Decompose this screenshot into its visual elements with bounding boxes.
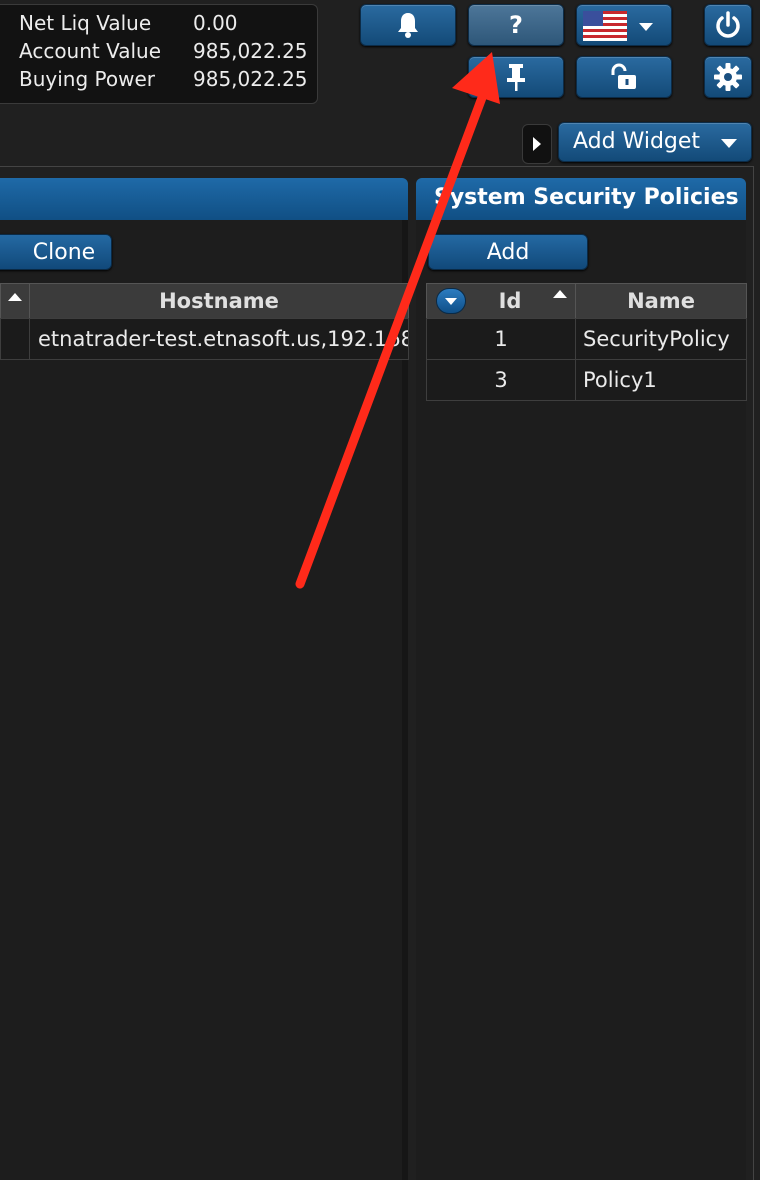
net-liq-value: 0.00: [193, 11, 238, 35]
id-header-label: Id: [498, 289, 522, 313]
flag-us-icon: [583, 11, 627, 41]
account-value-label: Account Value: [19, 39, 162, 63]
clone-button[interactable]: Clone: [0, 234, 112, 270]
chevron-down-icon: [445, 297, 457, 305]
chevron-down-icon: [639, 23, 653, 31]
name-cell[interactable]: Policy1: [575, 359, 747, 401]
account-summary: Net Liq Value 0.00 Account Value 985,022…: [0, 4, 318, 104]
net-liq-label: Net Liq Value: [19, 11, 152, 35]
pin-button[interactable]: [468, 56, 564, 98]
id-cell[interactable]: 1: [426, 318, 576, 360]
sort-asc-icon: [8, 293, 22, 301]
power-icon: [716, 11, 740, 38]
policy-name: Policy1: [583, 368, 657, 392]
hostname-value: etnatrader-test.etnasoft.us,192.168.: [38, 327, 409, 351]
add-label: Add: [486, 239, 530, 265]
account-value-value: 985,022.25: [193, 39, 308, 63]
hostname-cell[interactable]: etnatrader-test.etnasoft.us,192.168.: [29, 318, 409, 360]
name-column-header[interactable]: Name: [575, 283, 747, 319]
filter-dropdown-button[interactable]: [436, 288, 466, 314]
power-button[interactable]: [704, 4, 752, 46]
bell-icon: [398, 13, 418, 38]
id-cell[interactable]: 3: [426, 359, 576, 401]
clone-label: Clone: [32, 239, 96, 265]
add-policy-button[interactable]: Add: [428, 234, 588, 270]
left-panel-header: [0, 178, 408, 220]
add-widget-dropdown[interactable]: Add Widget: [558, 122, 752, 162]
name-header-label: Name: [627, 289, 695, 313]
lock-button[interactable]: [576, 56, 672, 98]
gear-icon: [714, 63, 742, 91]
chevron-right-icon: [533, 137, 541, 151]
hostname-header-label: Hostname: [159, 289, 279, 313]
help-icon: ?: [509, 11, 523, 39]
chevron-down-icon: [721, 139, 737, 148]
pin-icon: [507, 64, 525, 91]
policy-id: 3: [494, 368, 508, 392]
notifications-button[interactable]: [360, 4, 456, 46]
language-selector[interactable]: [576, 4, 672, 46]
buying-power-label: Buying Power: [19, 67, 155, 91]
add-widget-label: Add Widget: [573, 129, 701, 154]
sort-asc-icon: [553, 290, 567, 298]
right-panel-header: System Security Policies: [416, 178, 746, 220]
hostname-column-header[interactable]: Hostname: [29, 283, 409, 319]
expand-toolbar-button[interactable]: [522, 124, 552, 164]
settings-button[interactable]: [704, 56, 752, 98]
left-panel-body: [0, 220, 408, 1180]
policy-id: 1: [494, 327, 508, 351]
buying-power-value: 985,022.25: [193, 67, 308, 91]
right-panel-title: System Security Policies: [434, 185, 739, 210]
policy-name: SecurityPolicy: [583, 327, 730, 351]
left-column-header-sort[interactable]: [0, 283, 30, 319]
unlock-icon: [611, 63, 636, 89]
name-cell[interactable]: SecurityPolicy: [575, 318, 747, 360]
help-button[interactable]: ?: [468, 4, 564, 46]
table-cell[interactable]: [0, 318, 30, 360]
